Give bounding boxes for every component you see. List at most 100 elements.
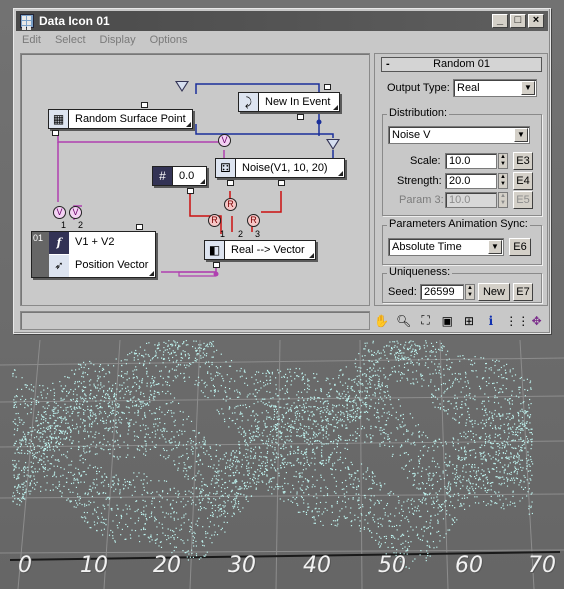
zoom-extents-icon[interactable]: ⛶ <box>418 313 433 328</box>
param3-spinner: 10.0 ▲ ▼ <box>445 192 508 208</box>
window-title: Data Icon 01 <box>39 14 110 28</box>
chevron-down-icon: ▼ <box>488 240 502 254</box>
minimize-button[interactable]: _ <box>492 14 508 28</box>
menu-display[interactable]: Display <box>100 34 136 46</box>
seed-label: Seed: <box>388 286 417 298</box>
scale-spinner[interactable]: 10.0 ▲ ▼ <box>445 153 508 169</box>
hash-icon: # <box>153 167 173 185</box>
info-icon[interactable]: i <box>483 314 498 328</box>
anim-sync-select[interactable]: Absolute Time ▼ <box>388 238 504 256</box>
output-port[interactable] <box>213 262 220 268</box>
function-icon: f <box>49 232 69 254</box>
arrows-icon[interactable]: ✥ <box>529 314 544 328</box>
strength-spinner[interactable]: 20.0 ▲ ▼ <box>445 173 508 189</box>
menu-edit[interactable]: Edit <box>22 34 41 46</box>
status-bar <box>20 311 370 330</box>
param3-e5-button: E5 <box>513 191 533 209</box>
vector-input-circle[interactable]: V <box>218 134 231 147</box>
axis-label-0: 0 <box>18 553 32 578</box>
node-label: Random Surface Point <box>75 113 186 125</box>
seed-spinner[interactable]: 26599 ▲ ▼ <box>420 284 475 300</box>
view-toolbar: ✋ 🔍︎ ⛶ ▣ ⊞ i ⋮⋮ ✥ <box>374 311 548 330</box>
rollout-header[interactable]: - Random 01 <box>381 57 542 72</box>
event-icon: ⤸ <box>239 93 259 111</box>
output-type-select[interactable]: Real ▼ <box>453 79 537 97</box>
axis-label-10: 10 <box>80 553 108 578</box>
node-label: New In Event <box>265 96 331 108</box>
node-constant[interactable]: # 0.0 <box>152 166 207 186</box>
menu-select[interactable]: Select <box>55 34 86 46</box>
node-real-to-vector[interactable]: ◧ Real --> Vector <box>204 240 316 260</box>
axis-label-50: 50 <box>378 553 406 578</box>
node-label: 0.0 <box>179 170 195 182</box>
title-bar[interactable]: Data Icon 01 _ □ × <box>16 11 548 31</box>
vector-input-circle[interactable]: V <box>69 206 82 219</box>
seed-e7-button[interactable]: E7 <box>513 283 533 301</box>
output-port[interactable] <box>278 180 285 186</box>
spinner-arrows-icon[interactable]: ▲ ▼ <box>465 284 475 300</box>
output-port[interactable] <box>136 224 143 230</box>
param3-label: Param 3: <box>399 194 444 206</box>
output-port[interactable] <box>141 102 148 108</box>
converter-icon: ◧ <box>205 241 225 259</box>
zoom-icon[interactable]: 🔍︎ <box>396 314 411 328</box>
app-icon <box>20 14 34 30</box>
pan-hand-icon[interactable]: ✋ <box>374 314 389 328</box>
strength-label: Strength: <box>397 175 442 187</box>
scale-e3-button[interactable]: E3 <box>513 152 533 170</box>
particle-view-window: Data Icon 01 _ □ × Edit Select Display O… <box>13 8 551 334</box>
input-port[interactable] <box>297 114 304 120</box>
strength-value: 20.0 <box>449 175 471 187</box>
row-index: 01 <box>32 232 49 277</box>
anim-sync-value: Absolute Time <box>392 241 462 253</box>
node-random-surface-point[interactable]: ▦ Random Surface Point <box>48 109 193 129</box>
real-input-circle[interactable]: R <box>247 214 260 227</box>
output-port[interactable] <box>187 188 194 194</box>
output-triangle[interactable] <box>175 81 189 92</box>
corner-arrow <box>186 122 191 127</box>
input-port[interactable] <box>52 130 59 136</box>
node-canvas[interactable]: ▦ Random Surface Point ⤸ New In Event V … <box>20 53 370 306</box>
rollout-toggle[interactable]: - <box>386 58 390 71</box>
port-label-2: 2 <box>78 220 84 230</box>
port-label-3: 3 <box>255 229 261 239</box>
rollout-title: Random 01 <box>433 58 490 70</box>
scale-label: Scale: <box>410 155 441 167</box>
spinner-arrows-icon[interactable]: ▲ ▼ <box>498 173 508 189</box>
chevron-down-icon: ▼ <box>514 128 528 142</box>
corner-arrow <box>333 105 338 110</box>
axis-label-70: 70 <box>528 553 556 578</box>
real-input-circle[interactable]: R <box>224 198 237 211</box>
real-input-circle[interactable]: R <box>208 214 221 227</box>
maximize-button[interactable]: □ <box>510 14 526 28</box>
port-label-1: 1 <box>61 220 67 230</box>
node-v1-plus-v2[interactable]: 01 f ➶ V1 + V2 Position Vector <box>31 231 156 278</box>
spinner-arrows-icon[interactable]: ▲ ▼ <box>498 153 508 169</box>
axis-label-20: 20 <box>153 553 181 578</box>
output-port[interactable] <box>324 84 331 90</box>
corner-arrow <box>309 253 314 258</box>
node-noise[interactable]: ⚃ Noise(V1, 10, 20) <box>215 158 345 178</box>
menu-options[interactable]: Options <box>150 34 188 46</box>
corner-arrow <box>338 171 343 176</box>
close-button[interactable]: × <box>528 14 544 28</box>
region-zoom-icon[interactable]: ▣ <box>440 314 455 328</box>
position-icon: ➶ <box>49 255 69 277</box>
anim-sync-e6-button[interactable]: E6 <box>509 238 531 256</box>
group-label: Uniqueness: <box>387 266 453 278</box>
fit-icon[interactable]: ⊞ <box>462 314 477 328</box>
parameters-panel: - Random 01 Output Type: Real ▼ Distribu… <box>374 53 548 306</box>
output-triangle[interactable] <box>326 139 340 150</box>
strength-e4-button[interactable]: E4 <box>513 172 533 190</box>
node-label: V1 + V2 <box>75 236 115 248</box>
distribution-select[interactable]: Noise V ▼ <box>388 126 530 144</box>
output-type-value: Real <box>457 82 480 94</box>
grid-icon[interactable]: ⋮⋮ <box>505 314 529 328</box>
new-seed-button[interactable]: New <box>478 283 510 301</box>
corner-arrow <box>200 179 205 184</box>
node-new-in-event[interactable]: ⤸ New In Event <box>238 92 340 112</box>
output-port[interactable] <box>227 180 234 186</box>
corner-arrow <box>149 271 154 276</box>
vector-input-circle[interactable]: V <box>53 206 66 219</box>
surface-point-icon: ▦ <box>49 110 69 128</box>
